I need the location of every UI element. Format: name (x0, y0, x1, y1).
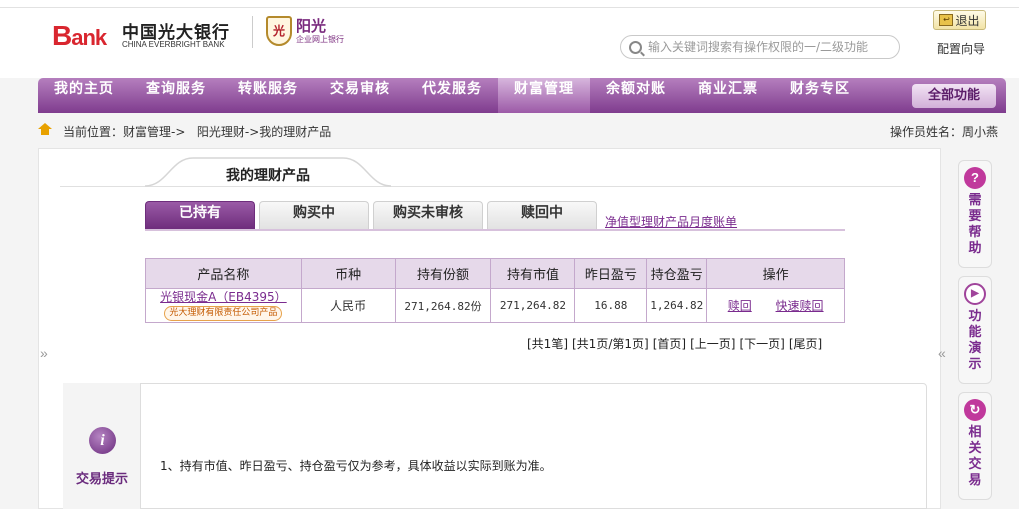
main-nav: 我的主页 查询服务 转账服务 交易审核 代发服务 财富管理 余额对账 商业汇票 … (38, 78, 1006, 113)
sunshine-logo-icon: 光 (266, 16, 292, 46)
logo-divider (252, 16, 253, 48)
table-header-row: 产品名称 币种 持有份额 持有市值 昨日盈亏 持仓盈亏 操作 (145, 258, 845, 289)
col-currency: 币种 (300, 258, 396, 289)
cell-shares: 271,264.82份 (394, 288, 492, 323)
all-functions-button[interactable]: 全部功能 (912, 84, 996, 108)
col-actions: 操作 (706, 258, 845, 289)
tips-line-1: 1、持有市值、昨日盈亏、持仓盈亏仅为参考，具体收益以实际到账为准。 (160, 459, 552, 473)
demo-label: 功能演示 (968, 309, 982, 372)
col-shares: 持有份额 (394, 258, 492, 289)
holding-subtabs: 已持有 购买中 购买未审核 赎回中 (145, 201, 597, 229)
config-guide-link[interactable]: 配置向导 (937, 40, 985, 57)
page-title-tab: 我的理财产品 (145, 157, 391, 187)
tips-panel (63, 383, 927, 509)
tab-buying[interactable]: 购买中 (259, 201, 369, 229)
logout-label: 退出 (955, 13, 980, 28)
logout-button[interactable]: ↩ 退出 (933, 10, 986, 30)
nav-item-balance[interactable]: 余额对账 (590, 78, 682, 113)
related-trades-button[interactable]: ↻ 相关交易 (958, 392, 992, 500)
pager-prev[interactable]: [上一页] (690, 335, 735, 352)
sunshine-subtitle: 企业网上银行 (296, 35, 344, 44)
nav-item-finance[interactable]: 财务专区 (774, 78, 866, 113)
cell-position-pl: 1,264.82 (646, 288, 708, 323)
nav-item-home[interactable]: 我的主页 (38, 78, 130, 113)
quick-redeem-link[interactable]: 快速赎回 (776, 299, 824, 313)
nav-item-wealth[interactable]: 财富管理 (498, 78, 590, 113)
pagination: [共1笔] [共1页/第1页] [首页] [上一页] [下一页] [尾页] (527, 335, 822, 352)
breadcrumb-wealth[interactable]: 财富管理-> (123, 125, 185, 139)
search-icon (629, 40, 642, 54)
pager-last[interactable]: [尾页] (789, 335, 822, 352)
tab-held[interactable]: 已持有 (145, 201, 255, 229)
tips-label: 交易提示 (76, 472, 129, 487)
help-label: 需要帮助 (968, 193, 982, 256)
cell-currency: 人民币 (300, 288, 396, 323)
sunshine-name: 阳光 (296, 17, 327, 35)
cell-product: 光银现金A（EB4395） 光大理财有限责任公司产品 (145, 288, 302, 323)
tab-unreviewed[interactable]: 购买未审核 (373, 201, 483, 229)
subtab-underline (145, 229, 845, 231)
logo-ank: ank (71, 25, 107, 50)
nav-item-query[interactable]: 查询服务 (130, 78, 222, 113)
search-input[interactable] (648, 40, 888, 54)
cell-market-value: 271,264.82 (490, 288, 576, 323)
collapse-right-icon[interactable]: « (938, 345, 946, 361)
breadcrumb-prefix: 当前位置： (63, 125, 124, 139)
cell-actions: 赎回 快速赎回 (706, 288, 845, 323)
product-link[interactable]: 光银现金A（EB4395） (146, 290, 301, 304)
operator-name: 操作员姓名：周小燕 (889, 125, 998, 139)
pager-first[interactable]: [首页] (653, 335, 686, 352)
logo-b-letter: B (52, 20, 72, 51)
nav-item-review[interactable]: 交易审核 (314, 78, 406, 113)
col-position-pl: 持仓盈亏 (646, 258, 708, 289)
monthly-statement-link[interactable]: 净值型理财产品月度账单 (605, 213, 737, 230)
col-product: 产品名称 (145, 258, 302, 289)
bank-logo: Bank (52, 20, 107, 52)
breadcrumb: 当前位置：财富管理-> 阳光理财->我的理财产品 操作员姓名：周小燕 (0, 117, 1019, 145)
tab-redeeming[interactable]: 赎回中 (487, 201, 597, 229)
related-label: 相关交易 (968, 425, 982, 488)
breadcrumb-sunshine[interactable]: 阳光理财->我的理财产品 (197, 125, 331, 139)
cell-yesterday-pl: 16.88 (574, 288, 648, 323)
nav-item-bills[interactable]: 商业汇票 (682, 78, 774, 113)
help-button[interactable]: ? 需要帮助 (958, 160, 992, 268)
pager-next[interactable]: [下一页] (739, 335, 784, 352)
pager-total: [共1笔] (527, 337, 568, 351)
holdings-table: 产品名称 币种 持有份额 持有市值 昨日盈亏 持仓盈亏 操作 光银现金A（EB4… (145, 258, 845, 323)
play-icon: ▶ (964, 283, 986, 305)
issuer-badge: 光大理财有限责任公司产品 (164, 306, 283, 321)
refresh-icon: ↻ (964, 399, 986, 421)
pager-pages: [共1页/第1页] (572, 337, 649, 351)
col-yesterday-pl: 昨日盈亏 (574, 258, 648, 289)
page-title: 我的理财产品 (226, 168, 310, 184)
nav-item-payroll[interactable]: 代发服务 (406, 78, 498, 113)
demo-button[interactable]: ▶ 功能演示 (958, 276, 992, 384)
info-icon: i (89, 427, 116, 454)
expand-left-icon[interactable]: » (40, 345, 48, 361)
logout-icon: ↩ (939, 14, 954, 26)
redeem-link[interactable]: 赎回 (728, 299, 752, 313)
nav-item-transfer[interactable]: 转账服务 (222, 78, 314, 113)
function-search[interactable] (620, 35, 900, 59)
col-market-value: 持有市值 (490, 258, 576, 289)
bank-name-en: CHINA EVERBRIGHT BANK (122, 40, 225, 49)
help-icon: ? (964, 167, 986, 189)
top-strip (0, 0, 1019, 8)
home-icon[interactable] (38, 123, 52, 135)
table-row: 光银现金A（EB4395） 光大理财有限责任公司产品 人民币 271,264.8… (145, 288, 845, 323)
